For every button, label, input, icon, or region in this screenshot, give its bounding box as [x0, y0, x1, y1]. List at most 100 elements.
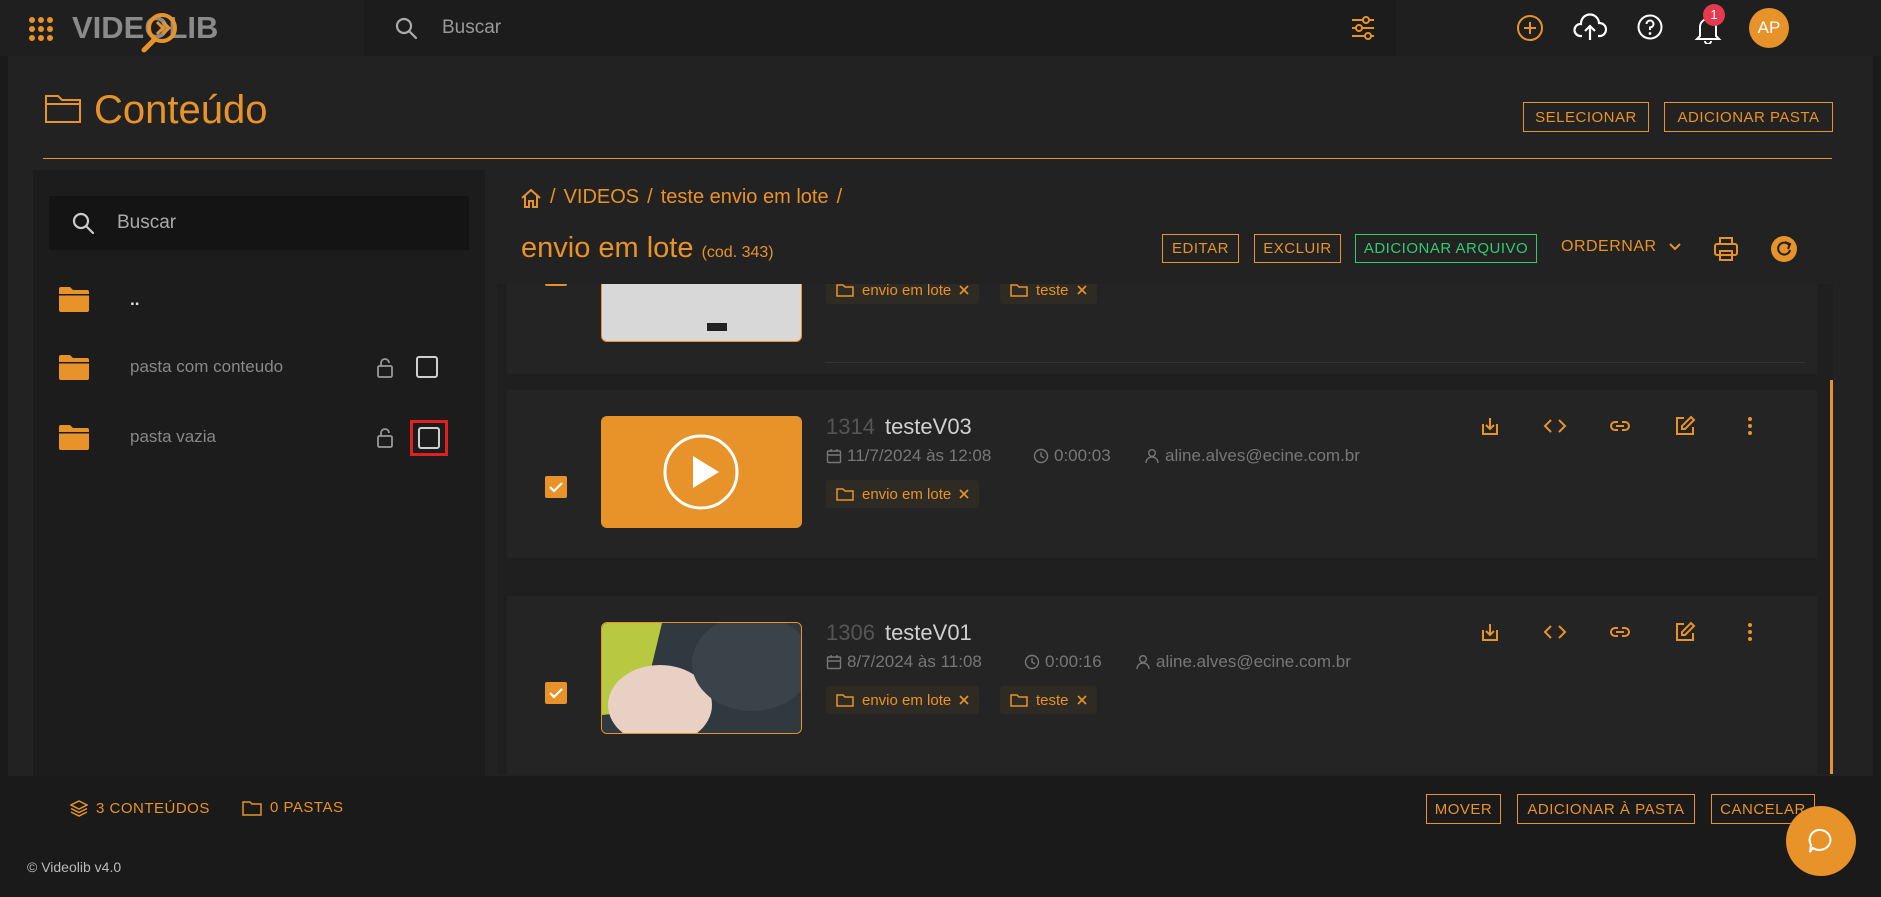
add-circle-icon[interactable] — [1515, 13, 1545, 43]
video-duration: 0:00:16 — [1024, 652, 1102, 672]
folder-outline-icon — [836, 693, 854, 707]
more-vertical-icon[interactable] — [1738, 620, 1762, 644]
edit-icon[interactable] — [1673, 414, 1697, 438]
video-card[interactable]: 1306 testeV01 8/7/2024 às 11:08 0:00:16 a… — [507, 596, 1817, 774]
owner-text: aline.alves@ecine.com.br — [1156, 652, 1351, 671]
video-tag[interactable]: teste — [1000, 686, 1097, 714]
video-title[interactable]: 1314 testeV03 — [826, 414, 972, 440]
edit-folder-button[interactable]: EDITAR — [1162, 234, 1239, 263]
tag-label: envio em lote — [862, 284, 952, 299]
header-divider — [43, 158, 1832, 159]
clock-icon — [1024, 654, 1040, 670]
logo-magnifier-icon — [140, 10, 184, 54]
video-tag[interactable]: teste — [1000, 284, 1097, 304]
video-date: 8/7/2024 às 11:08 — [826, 652, 982, 672]
play-icon[interactable] — [663, 434, 739, 510]
tag-label: envio em lote — [862, 485, 952, 503]
search-icon — [71, 211, 95, 235]
video-date: 11/7/2024 às 12:08 — [826, 446, 991, 466]
download-icon[interactable] — [1478, 414, 1502, 438]
video-thumbnail[interactable] — [601, 622, 802, 734]
video-select-checkbox[interactable] — [545, 476, 567, 498]
video-duration: 0:00:03 — [1033, 446, 1111, 466]
select-button[interactable]: SELECIONAR — [1523, 102, 1649, 132]
sidebar-item-label: pasta com conteudo — [130, 357, 284, 376]
global-search-input[interactable] — [442, 0, 1302, 56]
edit-icon[interactable] — [1673, 620, 1697, 644]
delete-folder-button[interactable]: EXCLUIR — [1254, 234, 1341, 263]
video-tag[interactable]: envio em lote — [826, 686, 980, 714]
list-scrollbar[interactable] — [1830, 380, 1833, 774]
video-tag[interactable]: envio em lote — [826, 284, 980, 304]
add-folder-button[interactable]: ADICIONAR PASTA — [1664, 102, 1833, 132]
close-icon[interactable] — [1076, 285, 1087, 295]
chat-button[interactable] — [1786, 806, 1856, 876]
footer-version: © Videolib v4.0 — [27, 859, 122, 875]
sidebar-item-pasta-vazia[interactable]: pasta vazia — [49, 407, 469, 467]
embed-code-icon[interactable] — [1543, 414, 1567, 438]
tag-label: envio em lote — [862, 691, 952, 709]
close-icon[interactable] — [1076, 695, 1087, 705]
video-tag[interactable]: envio em lote — [826, 480, 980, 508]
more-vertical-icon[interactable] — [1738, 414, 1762, 438]
contents-count: 3 CONTEÚDOS — [70, 799, 210, 817]
folder-select-checkbox[interactable] — [416, 356, 438, 378]
chat-bubble-icon — [1807, 827, 1835, 855]
folder-icon — [59, 424, 89, 450]
lock-icon[interactable] — [376, 427, 394, 449]
video-thumbnail[interactable] — [601, 416, 802, 528]
embed-code-icon[interactable] — [1543, 620, 1567, 644]
video-card[interactable]: envio em lote teste — [507, 284, 1817, 374]
tag-label: teste — [1036, 691, 1069, 709]
help-icon[interactable] — [1636, 13, 1664, 41]
link-icon[interactable] — [1608, 620, 1632, 644]
folders-count-label: 0 PASTAS — [270, 799, 344, 816]
folder-name: envio em lote — [521, 232, 694, 264]
close-icon[interactable] — [959, 285, 969, 295]
folder-sidebar — [33, 170, 485, 776]
video-owner: aline.alves@ecine.com.br — [1135, 652, 1351, 672]
sidebar-item-parent[interactable]: .. — [49, 270, 469, 330]
sidebar-item-label: .. — [130, 290, 140, 309]
add-file-button[interactable]: ADICIONAR ARQUIVO — [1355, 234, 1537, 263]
print-icon[interactable] — [1713, 236, 1739, 262]
video-card[interactable]: 1314 testeV03 11/7/2024 às 12:08 0:00:03 … — [507, 390, 1817, 558]
folder-select-checkbox[interactable] — [418, 427, 440, 449]
breadcrumb-videos[interactable]: VIDEOS — [564, 186, 640, 209]
video-list: envio em lote teste 1314 testeV03 11/7/20… — [497, 284, 1833, 774]
folder-outline-icon — [836, 487, 854, 501]
video-select-checkbox[interactable] — [545, 682, 567, 704]
link-icon[interactable] — [1608, 414, 1632, 438]
breadcrumb-parent[interactable]: teste envio em lote — [661, 186, 829, 209]
video-thumbnail[interactable] — [601, 284, 802, 342]
chevron-down-icon — [1667, 239, 1683, 255]
folder-outline-icon — [242, 800, 262, 816]
calendar-icon — [826, 448, 842, 464]
lock-icon[interactable] — [376, 357, 394, 379]
user-avatar[interactable]: AP — [1749, 8, 1789, 48]
cloud-upload-icon[interactable] — [1573, 11, 1607, 45]
move-button[interactable]: MOVER — [1426, 794, 1501, 824]
sidebar-item-pasta-com-conteudo[interactable]: pasta com conteudo — [49, 337, 469, 397]
sort-dropdown[interactable]: ORDERNAR — [1561, 238, 1683, 256]
video-code: 1306 — [826, 620, 875, 645]
download-icon[interactable] — [1478, 620, 1502, 644]
filter-sliders-icon[interactable] — [1350, 15, 1376, 41]
video-name: testeV01 — [884, 620, 972, 645]
add-to-folder-button[interactable]: ADICIONAR À PASTA — [1517, 794, 1695, 824]
close-icon[interactable] — [959, 489, 969, 499]
refresh-icon[interactable] — [1771, 236, 1797, 262]
close-icon[interactable] — [959, 695, 969, 705]
video-title[interactable]: 1306 testeV01 — [826, 620, 972, 646]
sidebar-item-label: pasta vazia — [130, 427, 216, 446]
card-divider — [825, 362, 1805, 363]
folder-icon — [59, 286, 89, 312]
home-icon[interactable] — [520, 187, 542, 209]
apps-grid-icon[interactable] — [28, 16, 54, 42]
video-select-checkbox[interactable] — [545, 284, 567, 286]
sidebar-search — [49, 196, 469, 250]
breadcrumb-separator: / — [836, 186, 843, 208]
folders-count: 0 PASTAS — [242, 799, 343, 816]
tag-label: teste — [1036, 284, 1069, 299]
sidebar-search-input[interactable] — [117, 196, 447, 250]
